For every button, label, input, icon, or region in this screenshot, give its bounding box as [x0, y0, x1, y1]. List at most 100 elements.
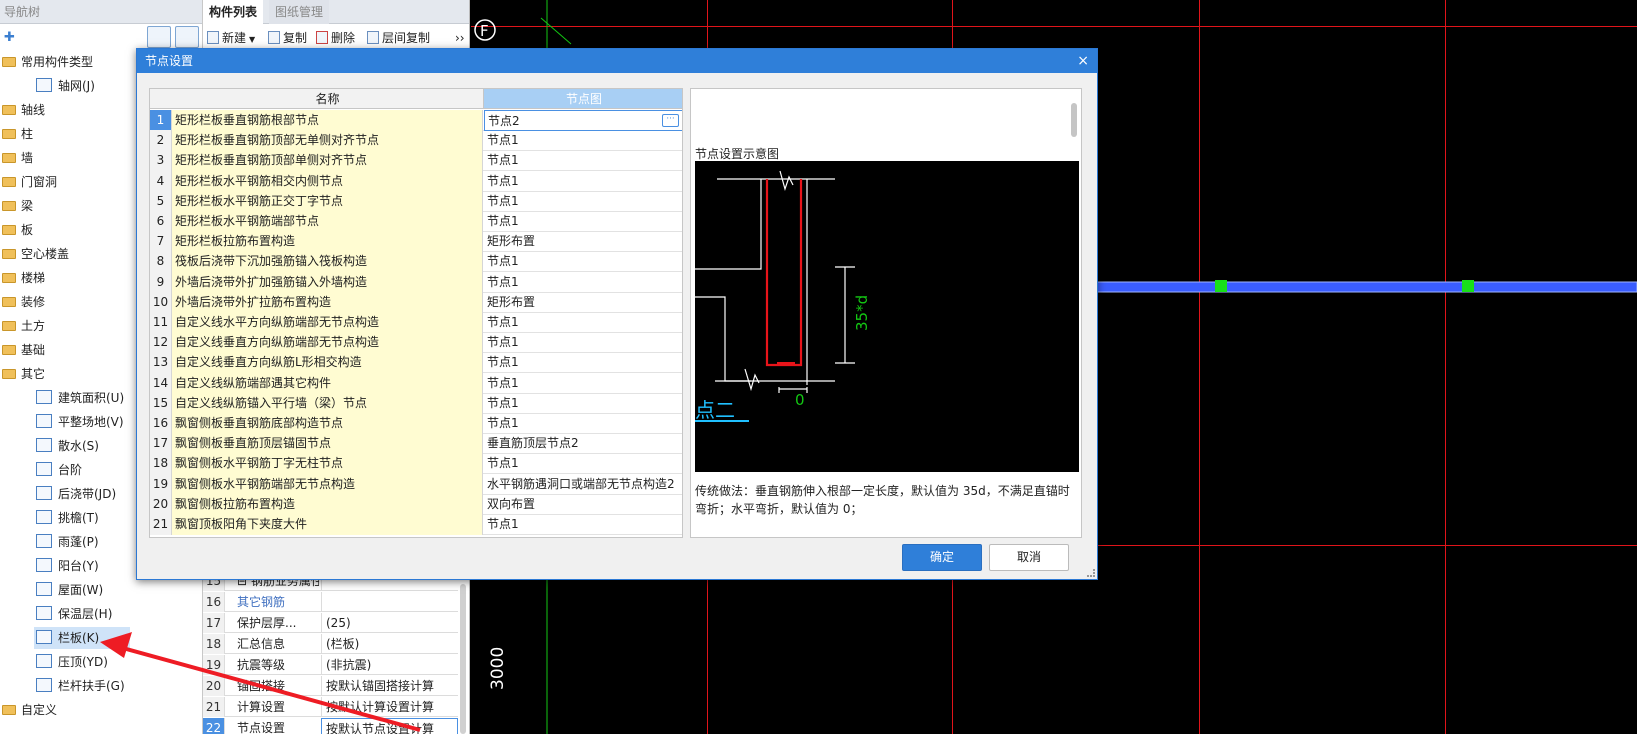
node-setting-value[interactable]: 节点1 — [484, 171, 682, 192]
property-row[interactable]: 21 计算设置 按默认计算设置计算 — [203, 697, 458, 717]
node-setting-value[interactable]: 节点1 — [484, 514, 682, 535]
tree-item[interactable]: 土方 — [0, 315, 45, 337]
node-setting-value[interactable]: 节点1 — [484, 453, 682, 474]
tree-item[interactable]: 保温层(H) — [0, 603, 112, 625]
node-setting-value[interactable]: 节点1 — [484, 130, 682, 151]
node-setting-value[interactable]: 节点1 — [484, 251, 682, 272]
table-row[interactable]: 10 外墙后浇带外扩拉筋布置构造 矩形布置 — [150, 291, 682, 313]
node-setting-value[interactable]: 节点1 — [484, 373, 682, 394]
table-row[interactable]: 6 矩形栏板水平钢筋端部节点 节点1 — [150, 211, 682, 232]
property-value[interactable]: (25) — [321, 613, 458, 633]
property-row[interactable]: 17 保护层厚... (25) — [203, 613, 458, 633]
property-value[interactable]: 按默认节点设置计算 — [321, 718, 458, 734]
tree-item[interactable]: 阳台(Y) — [0, 555, 99, 577]
tree-item[interactable]: 挑檐(T) — [0, 507, 99, 529]
tree-item[interactable]: 柱 — [0, 123, 33, 145]
dialog-title-bar[interactable]: 节点设置 × — [137, 49, 1097, 73]
table-row[interactable]: 13 自定义线垂直方向纵筋L形相交构造 节点1 — [150, 352, 682, 374]
node-setting-value[interactable]: 节点1 — [484, 352, 682, 373]
table-row[interactable]: 8 筏板后浇带下沉加强筋锚入筏板构造 节点1 — [150, 251, 682, 273]
tree-item[interactable]: 空心楼盖 — [0, 243, 69, 265]
property-value[interactable]: (非抗震) — [321, 655, 458, 675]
node-setting-value[interactable]: 节点1 — [484, 332, 682, 353]
grid-view-button[interactable] — [175, 26, 199, 48]
add-icon[interactable]: ✚ — [4, 30, 15, 45]
table-row[interactable]: 17 飘窗侧板垂直筋顶层锚固节点 垂直筋顶层节点2 — [150, 433, 682, 455]
preview-scrollbar[interactable] — [1071, 103, 1077, 137]
table-row[interactable]: 18 飘窗侧板水平钢筋丁字无柱节点 节点1 — [150, 453, 682, 475]
table-row[interactable]: 2 矩形栏板垂直钢筋顶部无单侧对齐节点 节点1 — [150, 130, 682, 152]
property-value[interactable]: (栏板) — [321, 634, 458, 654]
tab-component-list[interactable]: 构件列表 — [203, 0, 264, 24]
tree-item[interactable]: 散水(S) — [0, 435, 99, 457]
table-row[interactable]: 20 飘窗侧板拉筋布置构造 双向布置 — [150, 493, 682, 515]
tree-item[interactable]: 栏板(K) — [34, 627, 130, 649]
property-row[interactable]: 18 汇总信息 (栏板) — [203, 634, 458, 654]
node-setting-value[interactable]: 节点1 — [484, 150, 682, 171]
node-setting-value[interactable]: 节点2 ··· — [484, 110, 682, 131]
tree-item[interactable]: 后浇带(JD) — [0, 483, 116, 505]
node-setting-value[interactable]: 节点1 — [484, 393, 682, 414]
tree-item[interactable]: 常用构件类型 — [0, 51, 93, 73]
table-row[interactable]: 12 自定义线垂直方向纵筋端部无节点构造 节点1 — [150, 332, 682, 354]
node-setting-value[interactable]: 水平钢筋遇洞口或端部无节点构造2 — [484, 474, 682, 495]
toolbar-more-button[interactable]: ›› — [455, 26, 465, 50]
property-value[interactable] — [321, 592, 458, 612]
node-setting-value[interactable]: 节点1 — [484, 413, 682, 434]
property-row[interactable]: 22 节点设置 按默认节点设置计算 — [203, 718, 458, 734]
list-view-button[interactable] — [147, 26, 171, 48]
node-setting-value[interactable]: 节点1 — [484, 312, 682, 333]
delete-button[interactable]: 删除 — [316, 26, 355, 50]
floor-copy-button[interactable]: 层间复制 — [367, 26, 430, 50]
node-setting-value[interactable]: 节点1 — [484, 191, 682, 212]
tree-item[interactable]: 压顶(YD) — [0, 651, 108, 673]
table-row[interactable]: 11 自定义线水平方向纵筋端部无节点构造 节点1 — [150, 312, 682, 333]
table-row[interactable]: 16 飘窗侧板垂直钢筋底部构造节点 节点1 — [150, 413, 682, 434]
node-setting-value[interactable]: 矩形布置 — [484, 231, 682, 252]
tree-item[interactable]: 栏杆扶手(G) — [0, 675, 125, 697]
table-row[interactable]: 21 飘窗顶板阳角下夹度大件 节点1 — [150, 514, 682, 535]
tree-item[interactable]: 其它 — [0, 363, 45, 385]
name-column-header[interactable]: 名称 — [172, 89, 484, 109]
property-row[interactable]: 20 锚固搭接 按默认锚固搭接计算 — [203, 676, 458, 696]
property-row[interactable]: 16 其它钢筋 — [203, 592, 458, 612]
ok-button[interactable]: 确定 — [902, 544, 982, 571]
property-scrollbar[interactable] — [460, 584, 466, 734]
resize-grip-icon[interactable] — [1087, 569, 1095, 577]
tree-item[interactable]: 雨蓬(P) — [0, 531, 99, 553]
table-row[interactable]: 19 飘窗侧板水平钢筋端部无节点构造 水平钢筋遇洞口或端部无节点构造2 — [150, 473, 682, 495]
new-button[interactable]: 新建 ▼ — [207, 26, 255, 50]
node-setting-value[interactable]: 节点1 — [484, 211, 682, 232]
table-row[interactable]: 5 矩形栏板水平钢筋正交丁字节点 节点1 — [150, 190, 682, 212]
table-row[interactable]: 7 矩形栏板拉筋布置构造 矩形布置 — [150, 231, 682, 253]
node-setting-value[interactable]: 垂直筋顶层节点2 — [484, 433, 682, 454]
node-setting-value[interactable]: 矩形布置 — [484, 292, 682, 313]
tree-item[interactable]: 板 — [0, 219, 33, 241]
table-row[interactable]: 1 矩形栏板垂直钢筋根部节点 节点2 ··· — [150, 110, 682, 131]
tree-item[interactable]: 自定义 — [0, 699, 57, 721]
tree-item[interactable]: 建筑面积(U) — [0, 387, 124, 409]
node-setting-value[interactable]: 双向布置 — [484, 494, 682, 515]
tab-drawing-management[interactable]: 图纸管理 — [269, 0, 330, 24]
ellipsis-button[interactable]: ··· — [662, 114, 679, 127]
tree-item[interactable]: 轴线 — [0, 99, 45, 121]
tree-item[interactable]: 基础 — [0, 339, 45, 361]
table-row[interactable]: 14 自定义线纵筋端部遇其它构件 节点1 — [150, 372, 682, 394]
cancel-button[interactable]: 取消 — [989, 544, 1069, 571]
property-row[interactable]: 19 抗震等级 (非抗震) — [203, 655, 458, 675]
property-value[interactable]: 按默认锚固搭接计算 — [321, 676, 458, 696]
copy-button[interactable]: 复制 — [268, 26, 307, 50]
table-row[interactable]: 4 矩形栏板水平钢筋相交内侧节点 节点1 — [150, 170, 682, 192]
tree-item[interactable]: 平整场地(V) — [0, 411, 124, 433]
property-value[interactable]: 按默认计算设置计算 — [321, 697, 458, 717]
table-row[interactable]: 3 矩形栏板垂直钢筋顶部单侧对齐节点 节点1 — [150, 150, 682, 172]
table-row[interactable]: 9 外墙后浇带外扩加强筋锚入外墙构造 节点1 — [150, 271, 682, 293]
node-column-header[interactable]: 节点图 — [484, 89, 682, 109]
node-setting-value[interactable]: 节点1 — [484, 272, 682, 293]
close-icon[interactable]: × — [1077, 49, 1089, 73]
table-row[interactable]: 15 自定义线纵筋锚入平行墙（梁）节点 节点1 — [150, 392, 682, 414]
tree-item[interactable]: 梁 — [0, 195, 33, 217]
tree-item[interactable]: 装修 — [0, 291, 45, 313]
tree-item[interactable]: 门窗洞 — [0, 171, 57, 193]
tree-item[interactable]: 墙 — [0, 147, 33, 169]
